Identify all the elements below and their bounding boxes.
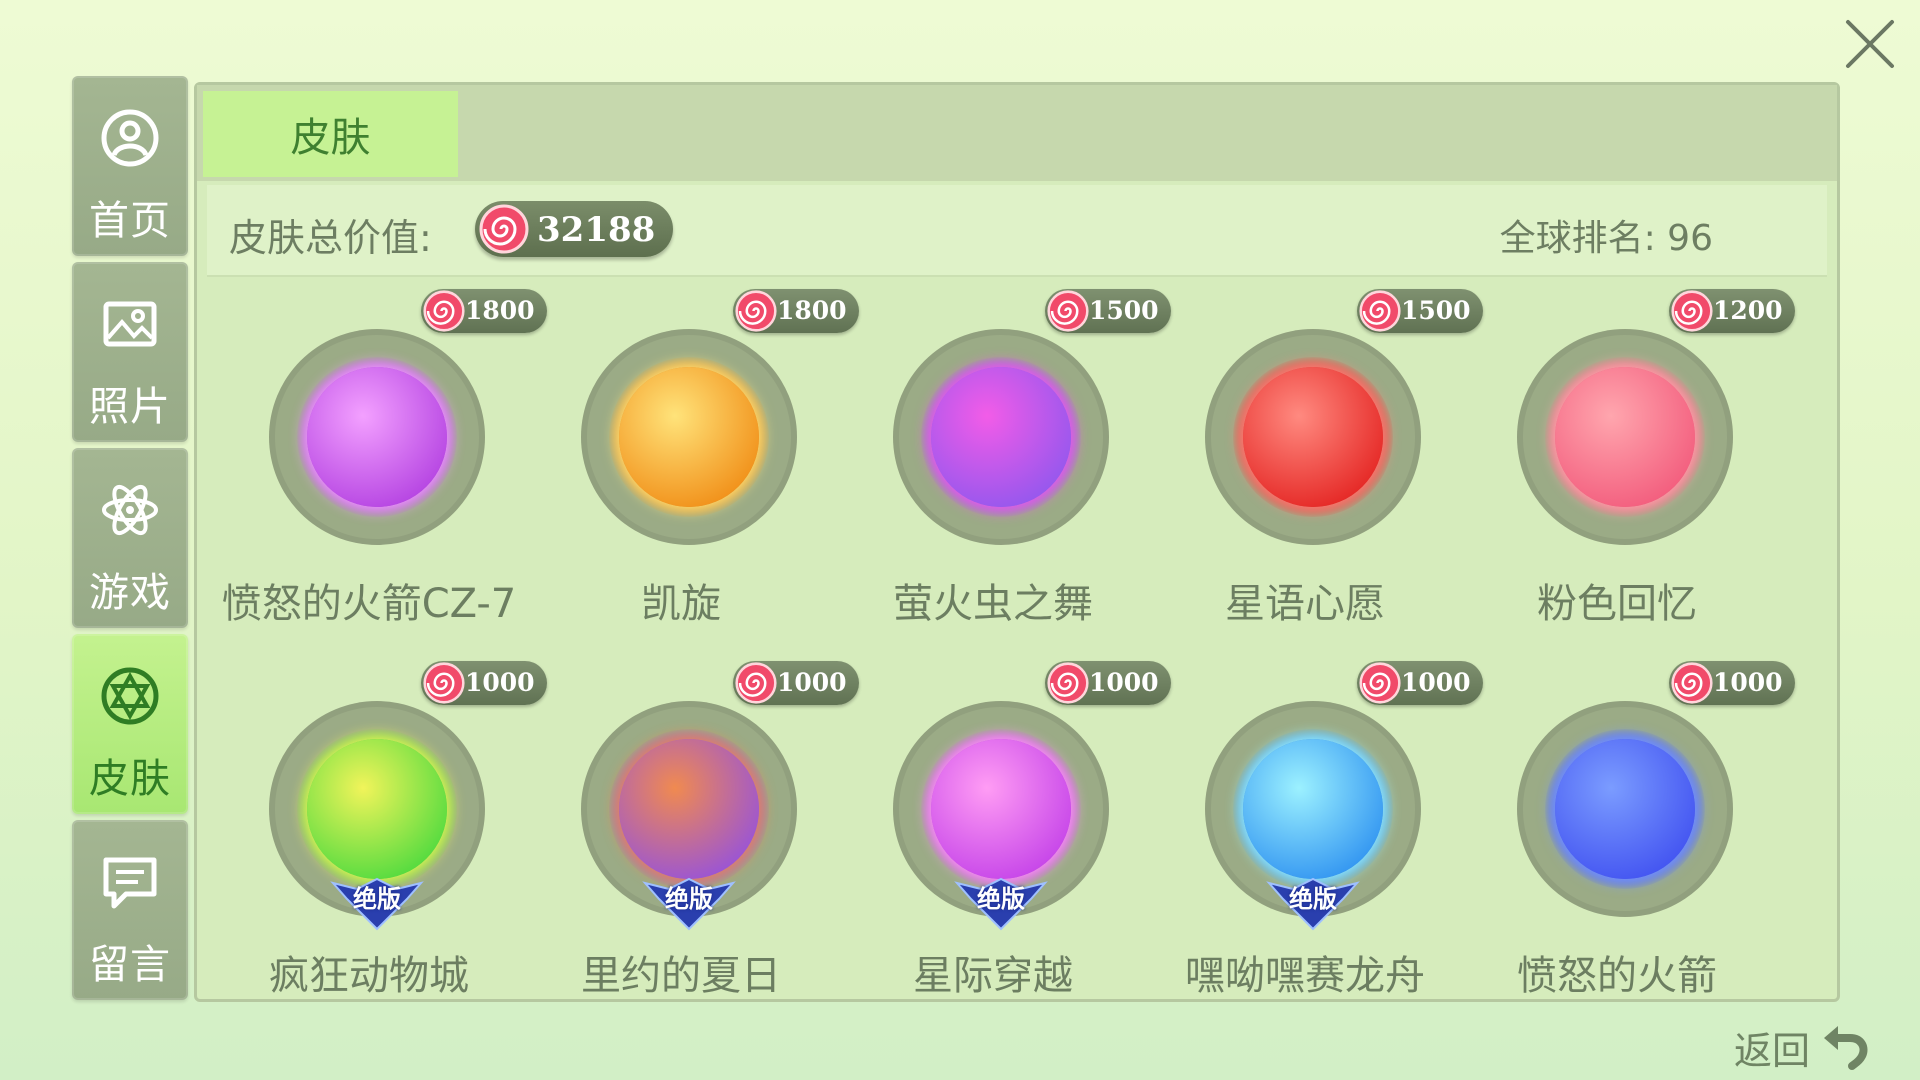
skin-orb <box>1243 739 1383 879</box>
skin-orb <box>1555 367 1695 507</box>
tab-skin[interactable]: 皮肤 <box>203 91 458 177</box>
skin-preview[interactable] <box>1205 329 1421 545</box>
candy-coin-icon <box>1671 662 1713 704</box>
sidebar-item-home[interactable]: 首页 <box>72 76 188 256</box>
candy-coin-icon <box>1359 662 1401 704</box>
skin-card[interactable]: 1000 绝版 里约的夏日 <box>521 661 859 1031</box>
sidebar-item-label: 照片 <box>89 384 171 430</box>
skin-preview[interactable] <box>581 329 797 545</box>
sidebar-item-skins[interactable]: 皮肤 <box>72 634 188 814</box>
total-value-badge: 32188 <box>475 201 673 257</box>
close-button[interactable] <box>1840 14 1900 74</box>
skin-card[interactable]: 1000 绝版 嘿呦嘿赛龙舟 <box>1145 661 1483 1031</box>
star-badge-icon <box>100 666 160 726</box>
tab-bar: 皮肤 <box>197 85 1837 181</box>
candy-coin-icon <box>1047 662 1089 704</box>
limited-label: 绝版 <box>1289 885 1337 913</box>
close-icon <box>1846 20 1894 68</box>
sidebar-item-label: 皮肤 <box>89 756 171 802</box>
skin-name: 粉色回忆 <box>1537 581 1697 627</box>
sidebar-item-label: 留言 <box>89 942 171 988</box>
skin-preview[interactable] <box>1517 329 1733 545</box>
skin-orb <box>619 367 759 507</box>
skin-card[interactable]: 1800 凯旋 <box>521 289 859 659</box>
info-bar: 皮肤总价值: 32188 全球排名: 96 <box>207 185 1827 277</box>
price-badge: 1000 <box>1669 661 1795 705</box>
total-value-label: 皮肤总价值: <box>229 216 432 260</box>
limited-edition-badge: 绝版 <box>951 873 1051 931</box>
candy-coin-icon <box>423 662 465 704</box>
candy-coin-icon <box>1671 290 1713 332</box>
skin-preview[interactable] <box>1517 701 1733 917</box>
candy-coin-icon <box>735 662 777 704</box>
skin-price: 1200 <box>1713 296 1783 325</box>
sidebar-item-label: 游戏 <box>89 570 171 616</box>
message-icon <box>100 852 160 912</box>
skin-panel: 皮肤 皮肤总价值: 32188 全球排名: 96 1800 愤怒的火箭CZ-7 18… <box>194 82 1840 1002</box>
limited-label: 绝版 <box>665 885 713 913</box>
back-arrow-icon <box>1824 1026 1868 1070</box>
candy-coin-icon <box>1047 290 1089 332</box>
limited-label: 绝版 <box>353 885 401 913</box>
skin-orb <box>931 367 1071 507</box>
limited-label: 绝版 <box>977 885 1025 913</box>
candy-coin-icon <box>479 204 529 254</box>
candy-coin-icon <box>1359 290 1401 332</box>
skin-preview[interactable] <box>269 329 485 545</box>
limited-edition-badge: 绝版 <box>1263 873 1363 931</box>
price-badge: 1200 <box>1669 289 1795 333</box>
skin-card[interactable]: 1800 愤怒的火箭CZ-7 <box>209 289 547 659</box>
limited-edition-badge: 绝版 <box>639 873 739 931</box>
total-value: 32188 <box>537 210 656 250</box>
back-label: 返回 <box>1734 1029 1811 1073</box>
limited-edition-badge: 绝版 <box>327 873 427 931</box>
sidebar-item-photos[interactable]: 照片 <box>72 262 188 442</box>
skin-card[interactable]: 1200 粉色回忆 <box>1457 289 1795 659</box>
skin-orb <box>619 739 759 879</box>
skin-preview[interactable] <box>893 329 1109 545</box>
skin-price: 1000 <box>1713 668 1783 697</box>
skin-card[interactable]: 1500 星语心愿 <box>1145 289 1483 659</box>
atom-icon <box>100 480 160 540</box>
skin-card[interactable]: 1000 绝版 星际穿越 <box>833 661 1171 1031</box>
skin-card[interactable]: 1000 愤怒的火箭 <box>1457 661 1795 1031</box>
candy-coin-icon <box>735 290 777 332</box>
skin-name: 愤怒的火箭 <box>1517 953 1717 999</box>
skin-card[interactable]: 1500 萤火虫之舞 <box>833 289 1171 659</box>
skin-orb <box>931 739 1071 879</box>
skin-card[interactable]: 1000 绝版 疯狂动物城 <box>209 661 547 1031</box>
picture-icon <box>100 294 160 354</box>
user-icon <box>100 108 160 168</box>
skin-orb <box>1243 367 1383 507</box>
sidebar-item-games[interactable]: 游戏 <box>72 448 188 628</box>
skin-orb <box>307 367 447 507</box>
sidebar-item-label: 首页 <box>89 198 171 244</box>
candy-coin-icon <box>423 290 465 332</box>
skin-orb <box>1555 739 1695 879</box>
global-rank: 全球排名: 96 <box>1499 218 1713 259</box>
skin-orb <box>307 739 447 879</box>
back-button[interactable]: 返回 <box>1734 1018 1874 1073</box>
sidebar-item-messages[interactable]: 留言 <box>72 820 188 1000</box>
